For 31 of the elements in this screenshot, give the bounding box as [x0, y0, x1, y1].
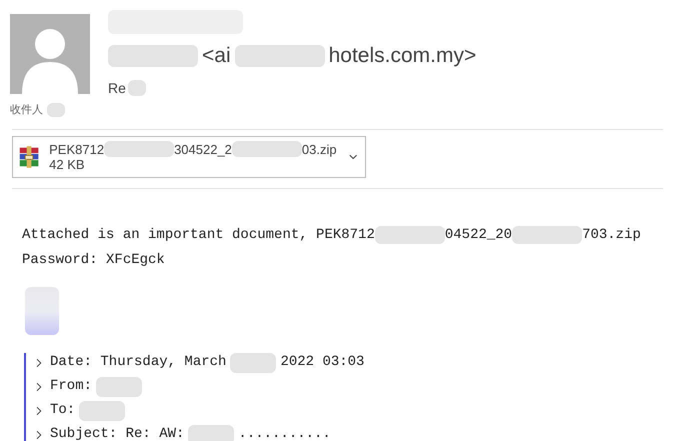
body-text: 703.zip: [582, 226, 641, 244]
attachment-name: 03.zip: [302, 142, 337, 156]
attachment-name: 304522_2: [174, 142, 232, 156]
body-text: 04522_20: [444, 226, 512, 244]
redaction-block: [512, 226, 582, 244]
redaction-block: [230, 352, 276, 372]
blurred-signature: [25, 286, 59, 334]
sender-address: <ai: [202, 43, 231, 69]
body-text: Password: XFcEgck: [22, 250, 165, 270]
redaction-block: [128, 80, 146, 96]
redaction-block: [79, 400, 126, 420]
quoted-header-line: From:: [50, 377, 92, 396]
attachment-size: 42 KB: [49, 157, 86, 172]
quoted-header-line: To:: [50, 401, 76, 420]
recipient-label: 收件人: [10, 103, 43, 118]
quoted-header-line: Subject: Re: AW:: [50, 425, 184, 441]
avatar-icon: [10, 14, 90, 94]
quoted-header-line: Date: Thursday, March: [50, 353, 226, 372]
body-text: Attached is an important document, PEK8712: [22, 226, 375, 244]
redaction-block: [232, 141, 302, 157]
subject-line: Re: [108, 78, 126, 98]
quoted-header-line: 2022 03:03: [280, 353, 364, 372]
redaction-block: [188, 424, 234, 441]
redaction-block: [374, 226, 445, 244]
quoted-header-line: ...........: [238, 425, 331, 441]
redaction-block: [104, 141, 174, 157]
sender-address: hotels.com.my>: [328, 43, 476, 69]
attachment-card[interactable]: PEK8712 304522_2 03.zip 42 KB: [12, 136, 366, 178]
redaction-block: [96, 376, 142, 396]
redaction-block: [47, 103, 65, 118]
attachment-name: PEK8712: [49, 142, 104, 156]
